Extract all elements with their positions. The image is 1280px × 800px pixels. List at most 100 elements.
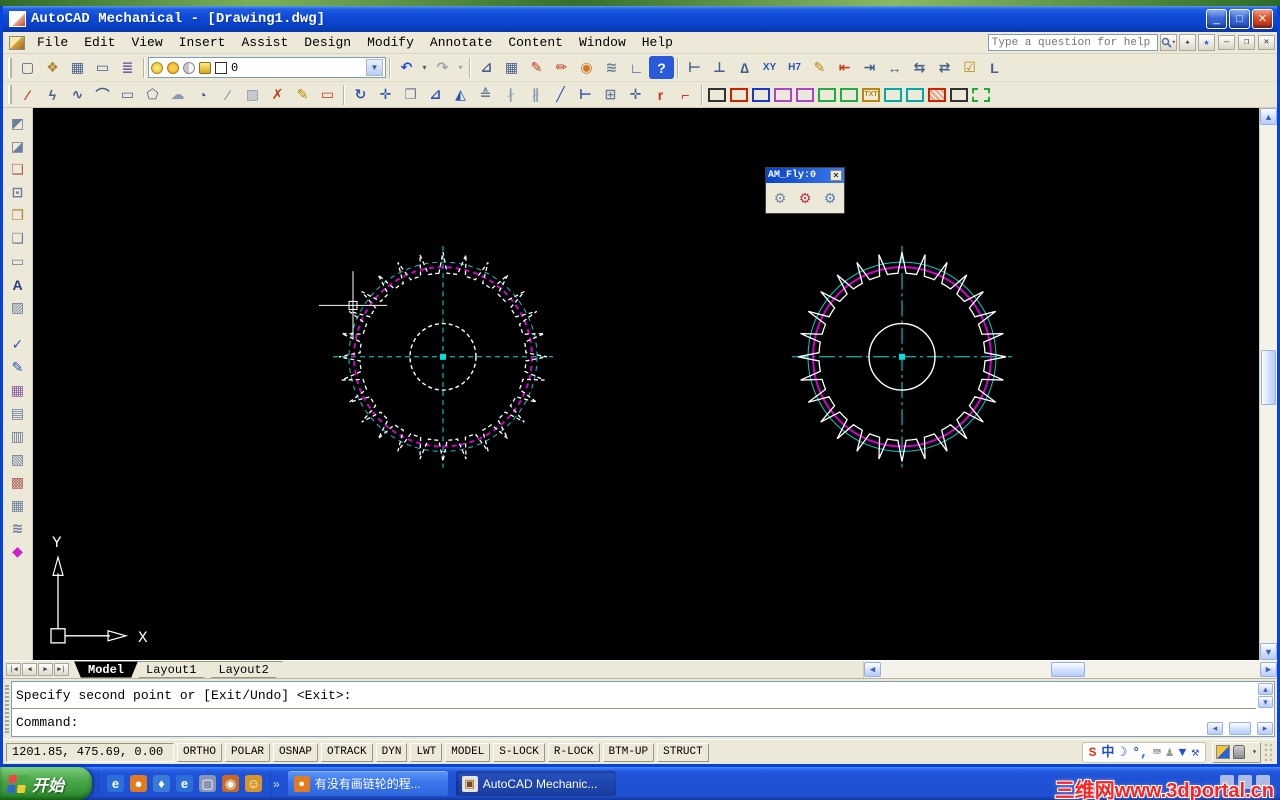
task-autocad[interactable]: ▣AutoCAD Mechanic... (456, 771, 616, 796)
drawing-canvas-svg[interactable]: YX (33, 108, 1259, 660)
layer-cyan-2-icon[interactable] (906, 88, 924, 102)
construction-line-icon[interactable]: ⁄ (215, 84, 240, 106)
angle-dimension-icon[interactable]: ∆ (732, 56, 757, 79)
open-file-icon[interactable]: ❖ (40, 56, 65, 79)
xy-dimension-icon[interactable]: XY (757, 56, 782, 79)
am-symbol-check-icon[interactable]: ✓ (6, 333, 30, 356)
extend-icon[interactable]: ╱ (548, 84, 573, 106)
detail-view-icon[interactable]: ▭ (315, 84, 340, 106)
ordinate-dimension-icon[interactable]: ⊥ (707, 56, 732, 79)
sogou-logo[interactable]: S (1089, 746, 1097, 759)
am-bearing-calc-icon[interactable]: ▥ (6, 425, 30, 448)
layer-hatch-red-icon[interactable] (928, 88, 946, 102)
am-springs-icon[interactable]: ≋ (6, 517, 30, 540)
status-toggle-struct[interactable]: STRUCT (657, 743, 709, 762)
toolbar-grip[interactable] (8, 85, 12, 103)
scale-icon[interactable]: ⊿ (423, 84, 448, 106)
menu-annotate[interactable]: Annotate (422, 33, 500, 52)
command-prompt-line[interactable]: Command: (12, 709, 1256, 735)
am-screw-connection-icon[interactable]: ▩ (6, 471, 30, 494)
layer-violet-2-icon[interactable] (796, 88, 814, 102)
task-browser[interactable]: ●有没有画链轮的程... (288, 771, 448, 796)
status-toggle-s-lock[interactable]: S-LOCK (493, 743, 545, 762)
datum-identifier-icon[interactable]: L (982, 56, 1007, 79)
tab-nav-last[interactable]: ▶| (54, 663, 69, 676)
menu-view[interactable]: View (123, 33, 170, 52)
maximize-button[interactable]: □ (1229, 9, 1250, 29)
tab-nav-first[interactable]: |◀ (6, 663, 21, 676)
quick-launch-overflow-chevron[interactable]: » (273, 777, 280, 791)
minimize-button[interactable]: _ (1206, 9, 1227, 29)
horizontal-scroll-thumb[interactable] (1051, 662, 1085, 677)
command-scroll-down-icon[interactable]: ▾ (1258, 696, 1273, 708)
power-snap-icon[interactable]: ✛ (623, 84, 648, 106)
hatch-icon[interactable]: ▨ (240, 84, 265, 106)
revision-cloud-icon[interactable]: ☁ (165, 84, 190, 106)
mdi-restore-button[interactable]: ❐ (1238, 35, 1255, 50)
vertical-scroll-track[interactable] (1260, 125, 1277, 643)
scroll-right-icon[interactable]: ▶ (1260, 662, 1277, 677)
punctuation-mode[interactable]: °, (1132, 746, 1148, 759)
layer-combo[interactable]: 0 ▼ (148, 57, 386, 78)
drawing-borders-icon[interactable]: ▦ (499, 56, 524, 79)
am-power-recall-icon[interactable]: ⊡ (6, 181, 30, 204)
hatch-edit-icon[interactable]: ✎ (290, 84, 315, 106)
mirror-icon[interactable]: ◭ (448, 84, 473, 106)
menu-insert[interactable]: Insert (171, 33, 234, 52)
menu-content[interactable]: Content (500, 33, 571, 52)
rotate-icon[interactable]: ↻ (348, 84, 373, 106)
dimension-insert-icon[interactable]: ⇄ (932, 56, 957, 79)
am-fly-palette[interactable]: AM_Fly:0 ✕ ⚙⚙⚙ (765, 167, 845, 214)
polyline-icon[interactable]: ϟ (40, 84, 65, 106)
help-icon[interactable]: ? (649, 56, 674, 79)
am-shaft-generator-icon[interactable]: ▤ (6, 402, 30, 425)
offset-icon[interactable]: ≙ (473, 84, 498, 106)
search-icon[interactable]: ▾ (1160, 34, 1177, 51)
move-icon[interactable]: ✛ (373, 84, 398, 106)
layer-manager-icon[interactable]: ≣ (115, 56, 140, 79)
menu-window[interactable]: Window (571, 33, 634, 52)
circle-icon[interactable]: ◔ (190, 84, 215, 106)
undo-icon[interactable]: ↶ (394, 56, 419, 79)
layer-vports-icon[interactable] (972, 88, 990, 102)
user-account[interactable]: ♟ (1166, 746, 1174, 759)
menu-file[interactable]: File (29, 33, 76, 52)
close-button[interactable]: ✕ (1252, 9, 1273, 29)
dimension-stretch-icon[interactable]: ⇤ (832, 56, 857, 79)
am-shaft-calc-icon[interactable]: ▧ (6, 448, 30, 471)
resize-grip[interactable] (1264, 743, 1274, 761)
scroll-up-icon[interactable]: ▲ (1260, 108, 1277, 125)
ie-icon[interactable]: e (107, 775, 124, 792)
drawing-title-icon[interactable]: ⊿ (474, 56, 499, 79)
drawing-canvas[interactable]: YX AM_Fly:0 ✕ ⚙⚙⚙ (33, 108, 1259, 660)
layer-red-icon[interactable] (730, 88, 748, 102)
new-file-icon[interactable]: ▢ (15, 56, 40, 79)
corner-chamfer-icon[interactable]: ⌐ (673, 84, 698, 106)
screen-layout-icon[interactable]: ▭ (90, 56, 115, 79)
power-dimension-icon[interactable]: ⊢ (682, 56, 707, 79)
command-vertical-scrollbar[interactable]: ▴ ▾ (1258, 683, 1273, 708)
am-wipeout-icon[interactable]: ❏ (6, 158, 30, 181)
vertical-scroll-thumb[interactable] (1261, 350, 1276, 405)
command-hscroll-thumb[interactable] (1229, 722, 1251, 735)
am-steel-shapes-icon[interactable]: ▦ (6, 494, 30, 517)
status-toggle-osnap[interactable]: OSNAP (273, 743, 318, 762)
menu-design[interactable]: Design (296, 33, 359, 52)
scroll-down-icon[interactable]: ▼ (1260, 643, 1277, 660)
command-scroll-left-icon[interactable]: ◂ (1207, 722, 1223, 735)
layer-color-swatch[interactable] (215, 62, 227, 74)
am-fly-close-icon[interactable]: ✕ (830, 170, 842, 181)
command-scroll-right-icon[interactable]: ▸ (1257, 722, 1273, 735)
status-toggle-otrack[interactable]: OTRACK (321, 743, 373, 762)
menu-help[interactable]: Help (634, 33, 681, 52)
screw-templates-icon[interactable]: ≋ (599, 56, 624, 79)
am-group-objects-icon[interactable]: ❑ (6, 227, 30, 250)
ie2-icon[interactable]: e (176, 775, 193, 792)
am-viewport-icon[interactable]: ▭ (6, 250, 30, 273)
break-at-point-icon[interactable]: ∤ (498, 84, 523, 106)
spline-icon[interactable]: ∿ (65, 84, 90, 106)
am-copy-multiple-icon[interactable]: ❐ (6, 204, 30, 227)
layer-text-icon[interactable]: TXT (862, 88, 880, 102)
power-copy-icon[interactable]: ✏ (549, 56, 574, 79)
sprocket-chain-icon-icon[interactable]: ⚙ (819, 187, 841, 209)
